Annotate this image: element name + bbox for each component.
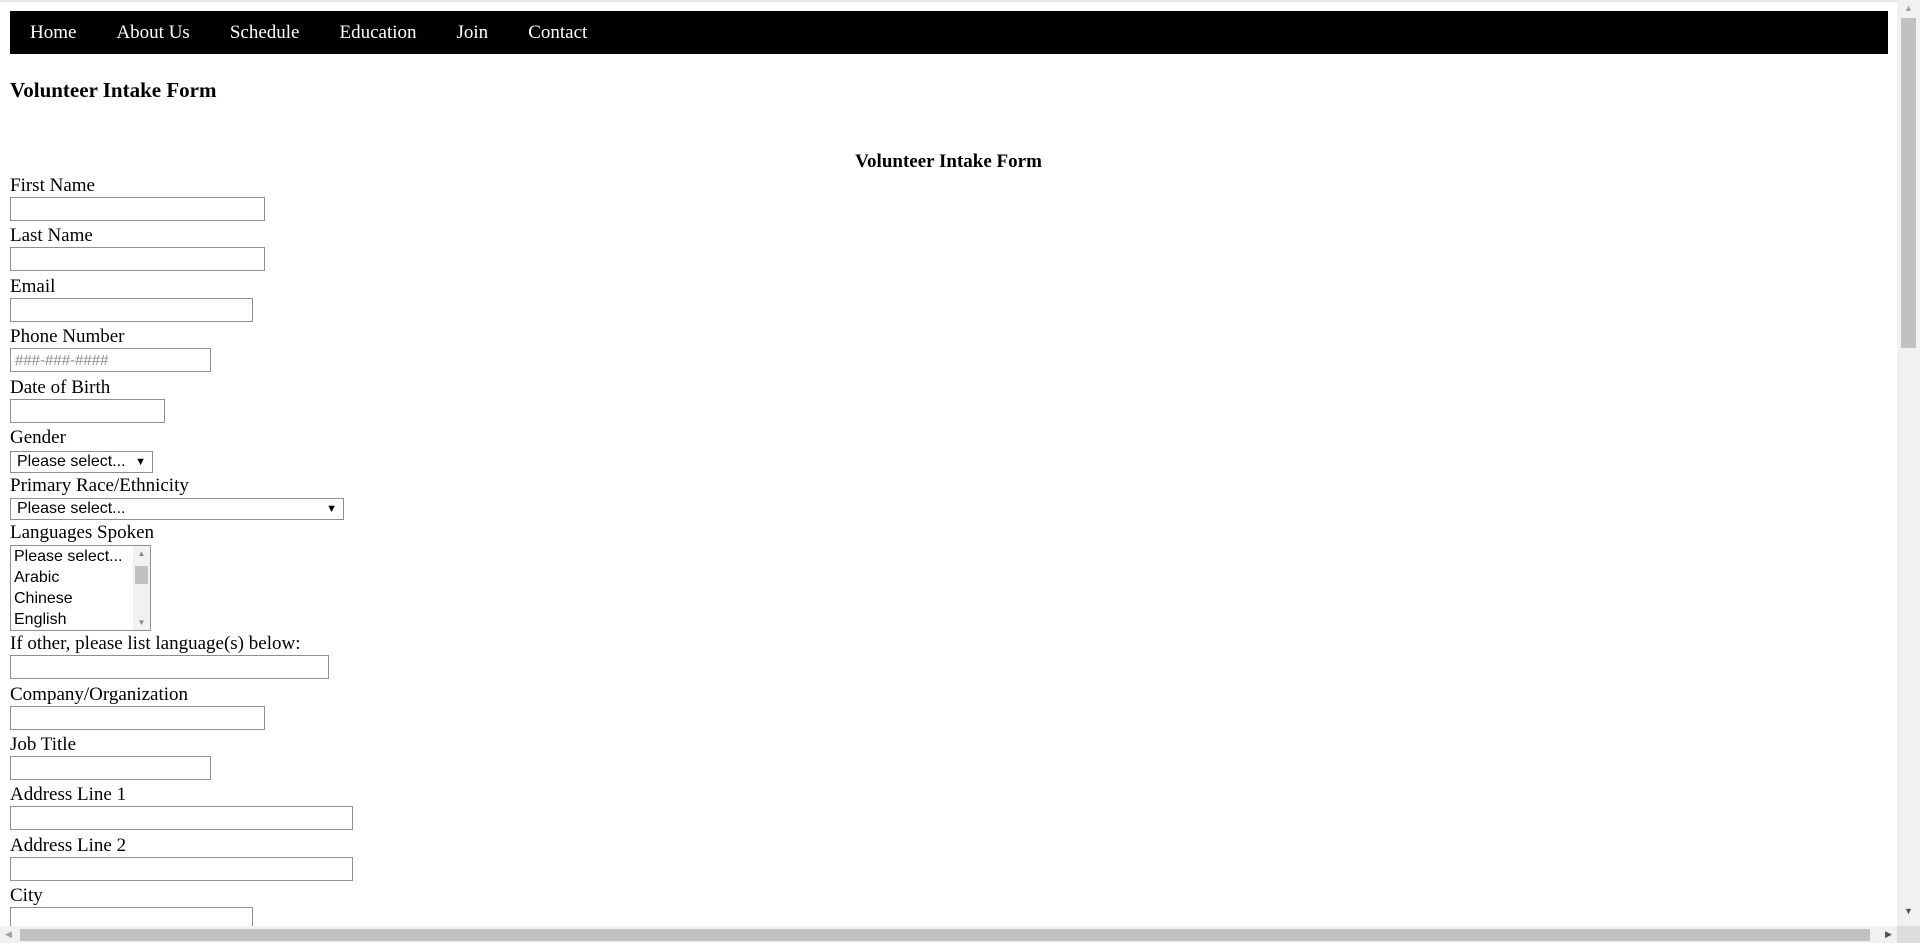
last-name-input[interactable] <box>10 247 265 271</box>
first-name-input[interactable] <box>10 197 265 221</box>
nav-schedule[interactable]: Schedule <box>210 11 320 54</box>
scroll-left-icon[interactable]: ◀ <box>0 926 17 943</box>
listbox-scroll-thumb[interactable] <box>135 566 148 584</box>
nav-contact[interactable]: Contact <box>508 11 607 54</box>
dob-label: Date of Birth <box>10 377 111 398</box>
email-label: Email <box>10 276 56 297</box>
gender-label: Gender <box>10 427 66 448</box>
email-input[interactable] <box>10 298 253 322</box>
vertical-scroll-thumb[interactable] <box>1901 18 1916 348</box>
language-option[interactable]: Please select... <box>11 546 150 567</box>
company-input[interactable] <box>10 706 265 730</box>
form-title: Volunteer Intake Form <box>855 151 1042 172</box>
listbox-scrollbar[interactable]: ▲ ▼ <box>133 546 150 630</box>
phone-input[interactable] <box>10 348 211 372</box>
race-selected-value: Please select... <box>17 500 126 517</box>
scroll-up-icon[interactable]: ▲ <box>1897 0 1920 17</box>
city-input[interactable] <box>10 907 253 926</box>
last-name-label: Last Name <box>10 225 93 246</box>
job-title-input[interactable] <box>10 756 211 780</box>
language-option[interactable]: Chinese <box>11 588 150 609</box>
scrollbar-corner <box>1897 926 1920 943</box>
nav-home[interactable]: Home <box>10 11 96 54</box>
address2-input[interactable] <box>10 857 353 881</box>
languages-label: Languages Spoken <box>10 522 155 543</box>
nav-about-us[interactable]: About Us <box>96 11 209 54</box>
main-nav: Home About Us Schedule Education Join Co… <box>10 11 1888 54</box>
chevron-down-icon: ▼ <box>135 456 146 468</box>
top-divider <box>0 0 1897 2</box>
chevron-down-icon: ▼ <box>326 503 337 515</box>
race-select[interactable]: Please select... ▼ <box>10 498 344 520</box>
other-languages-label: If other, please list language(s) below: <box>10 633 301 654</box>
job-title-label: Job Title <box>10 734 77 755</box>
nav-education[interactable]: Education <box>319 11 436 54</box>
languages-listbox[interactable]: Please select... Arabic Chinese English … <box>10 545 151 631</box>
dob-input[interactable] <box>10 399 165 423</box>
company-label: Company/Organization <box>10 684 189 705</box>
page-title: Volunteer Intake Form <box>10 78 217 102</box>
nav-join[interactable]: Join <box>437 11 509 54</box>
scroll-up-icon[interactable]: ▲ <box>133 546 150 561</box>
address1-label: Address Line 1 <box>10 784 127 805</box>
gender-selected-value: Please select... <box>17 453 126 470</box>
city-label: City <box>10 885 43 906</box>
horizontal-scroll-thumb[interactable] <box>20 929 1870 941</box>
language-option[interactable]: English <box>11 609 150 630</box>
gender-select[interactable]: Please select... ▼ <box>10 451 153 473</box>
address2-label: Address Line 2 <box>10 835 127 856</box>
race-label: Primary Race/Ethnicity <box>10 475 189 496</box>
page-viewport: Home About Us Schedule Education Join Co… <box>0 0 1897 926</box>
scroll-down-icon[interactable]: ▼ <box>1897 903 1920 920</box>
phone-label: Phone Number <box>10 326 125 347</box>
first-name-label: First Name <box>10 175 95 196</box>
scroll-down-icon[interactable]: ▼ <box>133 615 150 630</box>
scroll-right-icon[interactable]: ▶ <box>1880 926 1897 943</box>
address1-input[interactable] <box>10 806 353 830</box>
other-languages-input[interactable] <box>10 655 329 679</box>
language-option[interactable]: Arabic <box>11 567 150 588</box>
